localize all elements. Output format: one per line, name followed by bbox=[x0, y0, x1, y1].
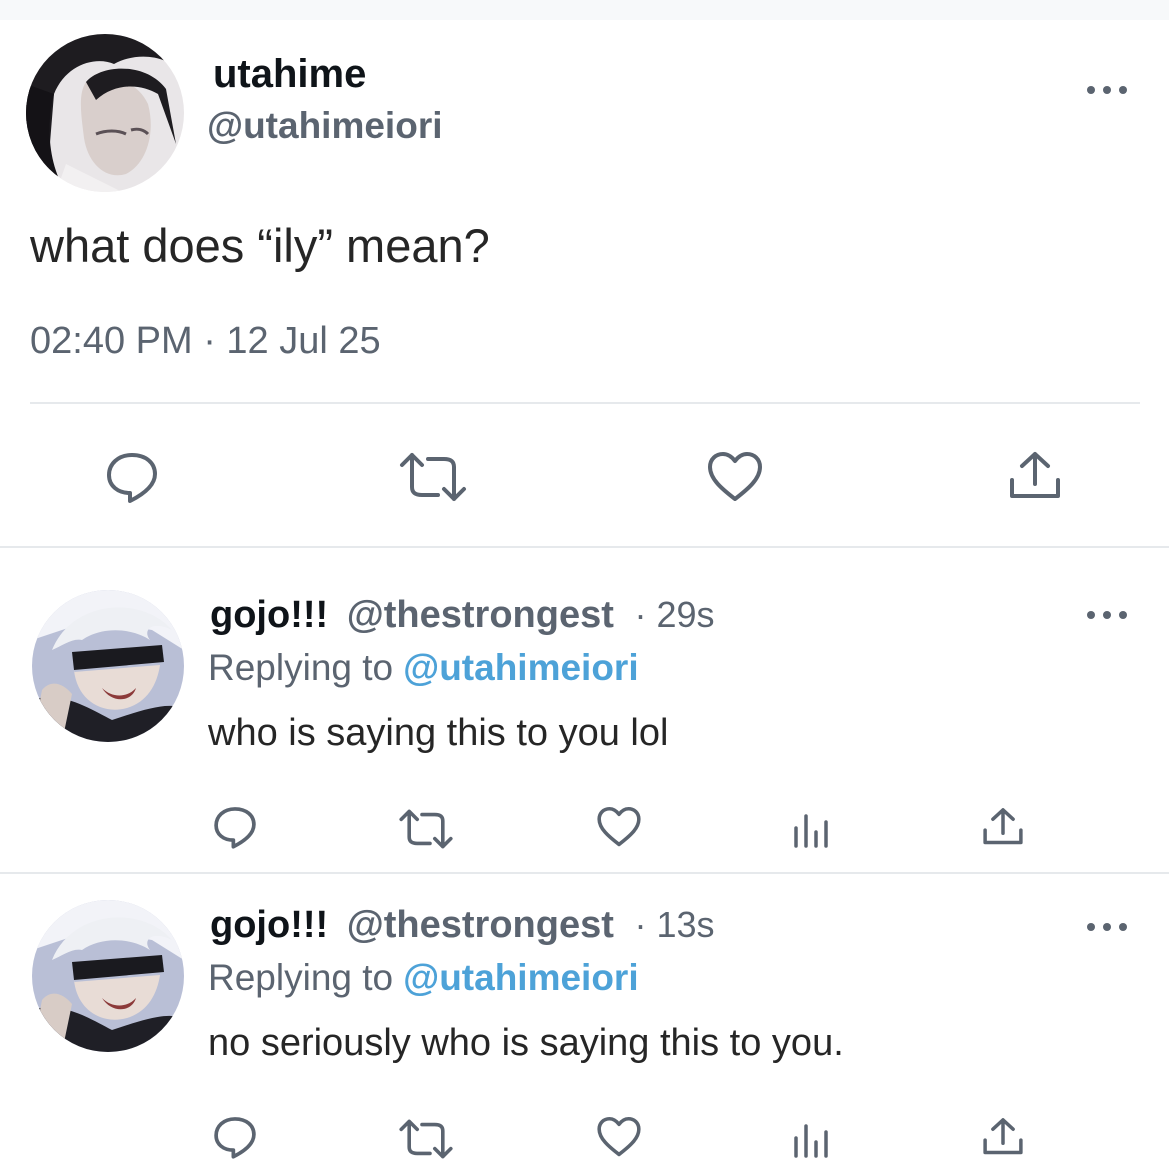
avatar[interactable] bbox=[26, 34, 184, 192]
tweet-text: no seriously who is saying this to you. bbox=[208, 1022, 844, 1064]
more-horizontal-icon[interactable] bbox=[1087, 83, 1127, 97]
divider bbox=[0, 546, 1169, 548]
mention-link[interactable]: @utahimeiori bbox=[403, 957, 639, 998]
share-icon[interactable] bbox=[982, 806, 1024, 848]
reply-icon[interactable] bbox=[212, 1114, 258, 1160]
avatar[interactable] bbox=[32, 590, 184, 742]
more-horizontal-icon[interactable] bbox=[1087, 608, 1127, 622]
reply-header: gojo!!! @thestrongest · 29s bbox=[210, 594, 715, 637]
replying-to: Replying to @utahimeiori bbox=[208, 957, 639, 999]
analytics-icon[interactable] bbox=[792, 806, 832, 848]
avatar[interactable] bbox=[32, 900, 184, 1052]
handle[interactable]: @thestrongest bbox=[347, 904, 614, 946]
replying-label: Replying to bbox=[208, 957, 394, 998]
retweet-icon[interactable] bbox=[398, 1118, 454, 1160]
divider bbox=[0, 872, 1169, 874]
avatar-image bbox=[32, 900, 184, 1052]
reply-tweet: gojo!!! @thestrongest · 13s Replying to @… bbox=[0, 882, 1169, 1174]
timestamp[interactable]: · 29s bbox=[634, 594, 714, 635]
more-horizontal-icon[interactable] bbox=[1087, 920, 1127, 934]
share-icon[interactable] bbox=[982, 1116, 1024, 1158]
avatar-image bbox=[32, 590, 184, 742]
analytics-icon[interactable] bbox=[792, 1116, 832, 1158]
reply-icon[interactable] bbox=[104, 449, 160, 505]
retweet-icon[interactable] bbox=[398, 808, 454, 850]
like-icon[interactable] bbox=[706, 451, 764, 503]
reply-header: gojo!!! @thestrongest · 13s bbox=[210, 904, 715, 947]
main-tweet: utahime @utahimeiori what does “ily” mea… bbox=[0, 20, 1169, 548]
display-name[interactable]: gojo!!! bbox=[210, 904, 328, 946]
divider bbox=[30, 402, 1140, 404]
timestamp[interactable]: · 13s bbox=[634, 904, 714, 945]
replying-label: Replying to bbox=[208, 647, 394, 688]
display-name[interactable]: utahime bbox=[213, 52, 366, 97]
retweet-icon[interactable] bbox=[398, 451, 468, 503]
reply-icon[interactable] bbox=[212, 804, 258, 850]
like-icon[interactable] bbox=[596, 806, 642, 848]
tweet-text: who is saying this to you lol bbox=[208, 712, 669, 754]
display-name[interactable]: gojo!!! bbox=[210, 594, 328, 636]
tweet-text: what does “ily” mean? bbox=[30, 219, 490, 272]
handle[interactable]: @utahimeiori bbox=[207, 105, 443, 147]
timestamp[interactable]: 02:40 PM · 12 Jul 25 bbox=[30, 320, 381, 363]
mention-link[interactable]: @utahimeiori bbox=[403, 647, 639, 688]
share-icon[interactable] bbox=[1008, 450, 1062, 502]
handle[interactable]: @thestrongest bbox=[347, 594, 614, 636]
avatar-image bbox=[26, 34, 184, 192]
reply-tweet: gojo!!! @thestrongest · 29s Replying to @… bbox=[0, 572, 1169, 872]
replying-to: Replying to @utahimeiori bbox=[208, 647, 639, 689]
top-strip bbox=[0, 0, 1169, 20]
like-icon[interactable] bbox=[596, 1116, 642, 1158]
